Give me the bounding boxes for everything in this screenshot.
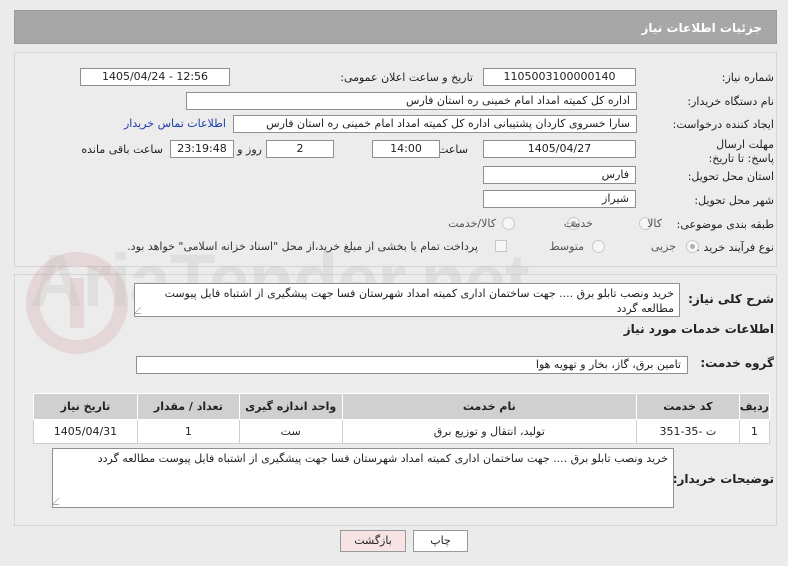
announce-datetime-label: تاریخ و ساعت اعلان عمومی:: [340, 71, 473, 84]
deadline-date-field[interactable]: 1405/04/27: [483, 140, 636, 158]
deadline-time-field[interactable]: 14:00: [372, 140, 440, 158]
resize-handle-icon[interactable]: [53, 498, 66, 505]
process-minor-radio[interactable]: [686, 240, 699, 253]
cell-quantity: 1: [136, 419, 240, 444]
cell-row-number: 1: [738, 419, 771, 444]
buyer-contact-link[interactable]: اطلاعات تماس خریدار: [124, 117, 226, 130]
category-goods-service-label: کالا/خدمت: [448, 217, 496, 230]
city-field[interactable]: شیراز: [483, 190, 636, 208]
service-group-field[interactable]: تامین برق، گاز، بخار و تهویه هوا: [136, 356, 688, 374]
col-quantity: تعداد / مقدار: [136, 393, 240, 420]
back-button[interactable]: بازگشت: [340, 530, 406, 552]
province-label: استان محل تحویل:: [687, 170, 774, 183]
col-service-name: نام خدمت: [341, 393, 637, 420]
remaining-time-label: ساعت باقی مانده: [81, 143, 163, 156]
process-minor-label: جزیی: [650, 240, 676, 253]
need-summary-text: خرید ونصب تابلو برق .... جهت ساختمان ادا…: [164, 287, 674, 315]
process-medium-radio[interactable]: [592, 240, 605, 253]
cell-service-name: تولید، انتقال و توزیع برق: [341, 419, 637, 444]
services-table: ردیف کد خدمت نام خدمت واحد اندازه گیری ت…: [33, 393, 771, 444]
need-summary-label: شرح کلی نیاز:: [688, 292, 774, 306]
announce-datetime-field[interactable]: 1405/04/24 - 12:56: [80, 68, 230, 86]
buyer-notes-text: خرید ونصب تابلو برق .... جهت ساختمان ادا…: [97, 452, 668, 465]
print-button[interactable]: چاپ: [413, 530, 468, 552]
page-title: جزئیات اطلاعات نیاز: [14, 10, 777, 44]
need-number-field[interactable]: 1105003100000140: [483, 68, 636, 86]
table-row[interactable]: 1 ت -35-351 تولید، انتقال و توزیع برق ست…: [33, 419, 771, 444]
category-service-label: خدمت: [563, 217, 593, 230]
service-group-label: گروه خدمت:: [700, 356, 774, 370]
process-type-label: نوع فرآیند خرید :: [696, 241, 774, 254]
city-label: شهر محل تحویل:: [694, 194, 774, 207]
days-label: روز و: [237, 143, 262, 156]
services-section-title: اطلاعات خدمات مورد نیاز: [623, 322, 774, 336]
process-medium-label: متوسط: [549, 240, 584, 253]
resize-handle-icon[interactable]: [135, 307, 148, 314]
col-service-code: کد خدمت: [635, 393, 740, 420]
table-header-row: ردیف کد خدمت نام خدمت واحد اندازه گیری ت…: [33, 393, 771, 420]
category-goods-label: کالا: [647, 217, 662, 230]
buyer-notes-textarea[interactable]: خرید ونصب تابلو برق .... جهت ساختمان ادا…: [52, 448, 674, 508]
col-need-date: تاریخ نیاز: [33, 393, 138, 420]
buyer-notes-label: توضیحات خریدار:: [672, 472, 774, 486]
deadline-label: مهلت ارسال پاسخ: تا تاریخ:: [708, 138, 774, 165]
need-summary-textarea[interactable]: خرید ونصب تابلو برق .... جهت ساختمان ادا…: [134, 283, 680, 317]
treasury-payment-note: پرداخت تمام یا بخشی از مبلغ خرید،از محل …: [127, 240, 478, 253]
treasury-payment-checkbox[interactable]: [495, 240, 507, 252]
category-goods-service-radio[interactable]: [502, 217, 515, 230]
col-row-number: ردیف: [738, 393, 771, 420]
deadline-time-label: ساعت: [438, 143, 468, 156]
category-label: طبقه بندی موضوعی:: [676, 218, 774, 231]
cell-unit: ست: [238, 419, 343, 444]
cell-need-date: 1405/04/31: [33, 419, 138, 444]
province-field[interactable]: فارس: [483, 166, 636, 184]
creator-field[interactable]: سارا خسروی کاردان پشتیبانی اداره کل کمیت…: [233, 115, 637, 133]
need-number-label: شماره نیاز:: [721, 71, 774, 84]
buyer-org-field[interactable]: اداره کل کمیته امداد امام خمینی ره استان…: [186, 92, 637, 110]
days-remaining-field[interactable]: 2: [266, 140, 334, 158]
col-unit: واحد اندازه گیری: [238, 393, 343, 420]
buyer-org-label: نام دستگاه خریدار:: [687, 95, 774, 108]
remaining-time-field[interactable]: 23:19:48: [170, 140, 234, 158]
creator-label: ایجاد کننده درخواست:: [672, 118, 774, 131]
cell-service-code: ت -35-351: [635, 419, 740, 444]
